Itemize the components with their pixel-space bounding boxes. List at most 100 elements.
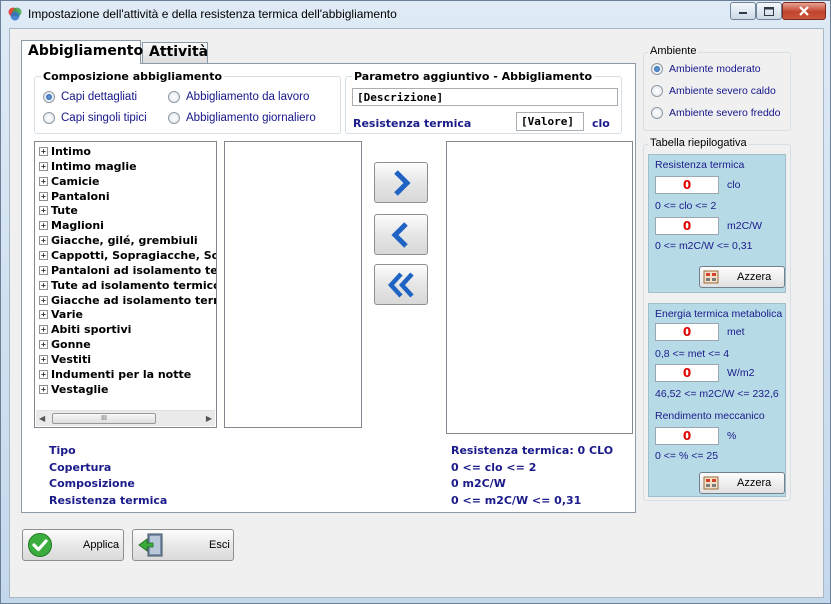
tree-item[interactable]: + Maglioni [39, 219, 104, 232]
radio-ambiente-caldo[interactable]: Ambiente severo caldo [651, 85, 776, 97]
expand-icon[interactable]: + [39, 295, 48, 305]
expand-icon[interactable]: + [39, 310, 48, 320]
radio-capi-dettagliati[interactable]: Capi dettagliati [43, 91, 137, 103]
radio-ambiente-moderato[interactable]: Ambiente moderato [651, 63, 761, 75]
tree-item-label: Giacche, gilé, grembiuli [51, 234, 198, 248]
minimize-icon [739, 12, 747, 14]
tree-item[interactable]: + Tute [39, 204, 78, 217]
minimize-button[interactable] [730, 2, 756, 20]
radio-indicator[interactable] [168, 91, 180, 103]
resistenza-panel: Resistenza termica 0 clo 0 <= clo <= 2 0… [648, 154, 786, 293]
radio-abbigliamento-lavoro[interactable]: Abbigliamento da lavoro [168, 91, 309, 103]
composizione-title: Composizione abbigliamento [41, 70, 225, 83]
m2cw-range: 0 <= m2C/W <= 0,31 [655, 240, 753, 252]
tree-item-label: Vestiti [51, 352, 91, 366]
expand-icon[interactable]: + [39, 369, 48, 379]
capi-tree[interactable]: + Intimo + Intimo maglie + Camicie + Pantaloni +… [34, 141, 217, 428]
radio-indicator[interactable] [651, 107, 663, 119]
scroll-thumb[interactable]: III [52, 413, 156, 424]
tree-item-label: Intimo [51, 145, 91, 158]
radio-label: Abbigliamento giornaliero [186, 112, 316, 124]
applica-label: Applica [83, 539, 120, 551]
radio-abbigliamento-giornaliero[interactable]: Abbigliamento giornaliero [168, 112, 316, 124]
close-button[interactable] [782, 2, 826, 20]
remove-all-button[interactable] [374, 264, 428, 305]
esci-label: Esci [209, 539, 230, 551]
main-window: Impostazione dell'attività e della resis… [0, 0, 831, 604]
tree-item[interactable]: + Camicie [39, 175, 99, 188]
expand-icon[interactable]: + [39, 206, 48, 216]
info-resistenza: Resistenza termica [49, 494, 168, 507]
tree-item-label: Camicie [51, 174, 100, 188]
expand-icon[interactable]: + [39, 176, 48, 186]
tree-item-label: Intimo maglie [51, 159, 137, 173]
tree-item[interactable]: + Giacche ad isolamento termi [39, 294, 216, 307]
remove-item-button[interactable] [374, 214, 428, 255]
azzera-energia-button[interactable]: Azzera [699, 472, 785, 494]
expand-icon[interactable]: + [39, 384, 48, 394]
radio-capi-singoli[interactable]: Capi singoli tipici [43, 112, 147, 124]
tree-item[interactable]: + Giacche, gilé, grembiuli [39, 234, 198, 247]
tree-item[interactable]: + Indumenti per la notte [39, 368, 191, 381]
scroll-left-icon[interactable]: ◀ [39, 414, 45, 423]
valore-unit: clo [592, 117, 610, 130]
title-bar[interactable]: Impostazione dell'attività e della resis… [1, 1, 830, 27]
tab-abbigliamento[interactable]: Abbigliamento [21, 40, 143, 64]
expand-icon[interactable]: + [39, 191, 48, 201]
azzera-resistenza-button[interactable]: Azzera [699, 266, 785, 288]
expand-icon[interactable]: + [39, 147, 48, 156]
tree-item[interactable]: + Abiti sportivi [39, 323, 131, 336]
descrizione-input[interactable]: [Descrizione] [352, 88, 618, 106]
tree-item-label: Varie [51, 308, 83, 322]
expand-icon[interactable]: + [39, 325, 48, 335]
tree-item[interactable]: + Pantaloni [39, 190, 110, 203]
expand-icon[interactable]: + [39, 265, 48, 275]
radio-indicator[interactable] [43, 91, 55, 103]
tree-item[interactable]: + Vestiti [39, 353, 91, 366]
clo-range: 0 <= clo <= 2 [655, 200, 717, 212]
expand-icon[interactable]: + [39, 250, 48, 260]
tree-item[interactable]: + Varie [39, 308, 83, 321]
tab-attivita[interactable]: Attività [142, 42, 208, 63]
expand-icon[interactable]: + [39, 340, 48, 350]
maximize-button[interactable] [756, 2, 782, 20]
esci-button[interactable]: Esci [132, 529, 234, 561]
expand-icon[interactable]: + [39, 236, 48, 246]
m2cw-unit: m2C/W [727, 220, 762, 232]
valore-input[interactable]: [Valore] [516, 112, 584, 131]
tree-item[interactable]: +Cappotti, Sopragiacche, Sopra [39, 249, 216, 262]
tree-item[interactable]: + Intimo maglie [39, 160, 137, 173]
radio-indicator[interactable] [168, 112, 180, 124]
riepilogo-group: Tabella riepilogativa Resistenza termica… [643, 137, 791, 501]
parametro-group: Parametro aggiuntivo - Abbigliamento [De… [345, 70, 622, 134]
maximize-icon [764, 6, 774, 16]
capi-list[interactable] [224, 141, 362, 428]
add-item-button[interactable] [374, 162, 428, 203]
tree-item[interactable]: + Vestaglie [39, 383, 108, 396]
expand-icon[interactable]: + [39, 221, 48, 231]
window-title: Impostazione dell'attività e della resis… [28, 7, 397, 21]
energia-panel: Energia termica metabolica 0 met 0,8 <= … [648, 303, 786, 497]
expand-icon[interactable]: + [39, 354, 48, 364]
radio-indicator[interactable] [651, 85, 663, 97]
radio-label: Ambiente severo freddo [669, 107, 781, 119]
tree-item-label: Indumenti per la notte [51, 367, 192, 381]
tree-item[interactable]: + Intimo [39, 145, 91, 158]
tree-item-label: Pantaloni ad isolamento term [51, 263, 217, 277]
tree-horizontal-scrollbar[interactable]: ◀ III ▶ [36, 410, 215, 426]
met-range: 0,8 <= met <= 4 [655, 348, 730, 360]
selected-capi-list[interactable] [446, 141, 633, 434]
radio-ambiente-freddo[interactable]: Ambiente severo freddo [651, 107, 780, 119]
radio-indicator[interactable] [43, 112, 55, 124]
expand-icon[interactable]: + [39, 161, 48, 171]
info-copertura: Copertura [49, 461, 112, 474]
scroll-right-icon[interactable]: ▶ [206, 414, 212, 423]
tree-item[interactable]: + Gonne [39, 338, 91, 351]
tree-item[interactable]: + Tute ad isolamento termico [39, 279, 216, 292]
tree-item[interactable]: + Pantaloni ad isolamento term [39, 263, 217, 277]
applica-button[interactable]: Applica [22, 529, 124, 561]
app-icon [8, 7, 22, 21]
azzera-label: Azzera [737, 477, 772, 489]
expand-icon[interactable]: + [39, 280, 48, 290]
radio-indicator[interactable] [651, 63, 663, 75]
